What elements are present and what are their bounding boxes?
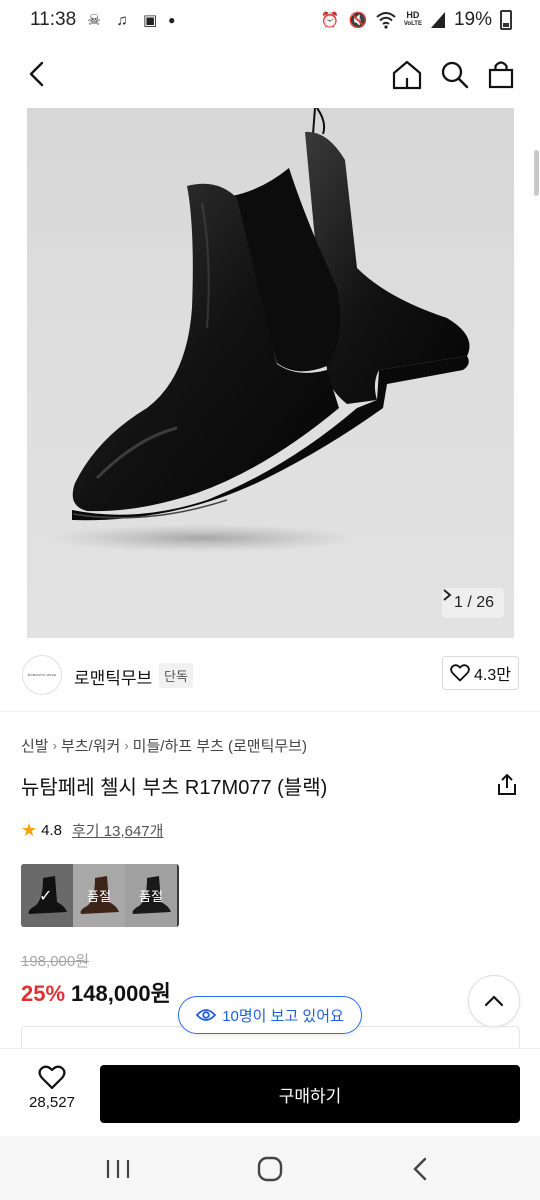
rating: ★ 4.8 후기 13,647개 — [21, 820, 163, 841]
breadcrumb-item[interactable]: 미들/하프 부츠 (로맨틱무브) — [133, 735, 307, 756]
breadcrumb: 신발 › 부츠/워커 › 미들/하프 부츠 (로맨틱무브) — [21, 735, 307, 756]
status-bar: 11:38 ☠ ♫ ▣ ● ⏰ 🔇 HD VoLTE 19% — [0, 0, 540, 40]
color-option[interactable]: 품절 — [125, 864, 177, 927]
battery-percent: 19% — [453, 9, 492, 30]
viewers-text: 10명이 보고 있어요 — [222, 1007, 344, 1025]
volte-label: VoLTE — [403, 21, 422, 27]
app-bar — [0, 44, 540, 106]
eye-icon — [196, 1009, 217, 1021]
pager-text: 1 / 26 — [453, 594, 494, 611]
sold-out-label: 품절 — [87, 889, 111, 904]
search-icon[interactable] — [438, 58, 470, 90]
alarm-icon: ⏰ — [320, 12, 340, 29]
product-image[interactable]: 1 / 26 — [27, 108, 514, 638]
sold-out-label: 품절 — [139, 889, 163, 904]
chevron-right-icon: › — [52, 738, 57, 753]
brand-row: ROMANTIC MOVE 로맨틱무브 단독 4.3만 — [0, 638, 540, 712]
chevron-right-icon: › — [124, 738, 129, 753]
review-count-link[interactable]: 후기 13,647개 — [72, 820, 163, 841]
wifi-icon — [376, 12, 396, 29]
mute-icon: 🔇 — [348, 12, 368, 29]
hd-voice-badge: HD VoLTE — [404, 11, 422, 29]
brand-logo-text: ROMANTIC MOVE — [27, 673, 57, 677]
discount-rate: 25% — [21, 981, 66, 1006]
color-option[interactable]: 품절 — [73, 864, 125, 927]
back-nav-icon[interactable] — [408, 1156, 434, 1182]
viewers-badge: 10명이 보고 있어요 — [178, 996, 362, 1034]
status-time: 11:38 — [30, 9, 77, 30]
notification-skull-icon: ☠ — [87, 12, 101, 29]
product-title: 뉴탐페레 첼시 부츠 R17M077 (블랙) — [21, 777, 328, 799]
brand-logo[interactable]: ROMANTIC MOVE — [22, 655, 62, 695]
exclusive-badge: 단독 — [159, 663, 193, 688]
wishlist-count: 28,527 — [29, 1094, 75, 1111]
home-nav-icon[interactable] — [256, 1155, 284, 1183]
shopping-bag-icon[interactable] — [485, 58, 517, 90]
system-nav-bar — [0, 1136, 540, 1200]
rating-score: 4.8 — [41, 822, 62, 839]
share-icon[interactable] — [494, 772, 520, 798]
webtoon-icon: ▣ — [143, 12, 158, 29]
color-option[interactable]: ✓ — [21, 864, 73, 927]
color-options: ✓ 품절 품절 — [21, 864, 179, 927]
battery-icon — [500, 10, 512, 30]
boot-illustration — [47, 108, 470, 552]
chevron-up-icon — [484, 995, 504, 1007]
heart-icon — [450, 664, 470, 682]
status-left: 11:38 ☠ ♫ ▣ ● — [30, 9, 175, 31]
checkmark-icon: ✓ — [39, 888, 53, 905]
wishlist-button[interactable]: 28,527 — [20, 1065, 84, 1111]
signal-icon — [430, 12, 445, 28]
brand-name[interactable]: 로맨틱무브 — [74, 664, 152, 689]
more-notifications-icon: ● — [168, 13, 176, 27]
chevron-right-icon — [443, 589, 452, 601]
back-icon[interactable] — [22, 58, 54, 90]
price-row: 25% 148,000원 — [21, 976, 171, 1008]
scrollbar[interactable] — [534, 150, 539, 196]
sale-price: 148,000원 — [71, 981, 171, 1006]
original-price: 198,000원 — [21, 953, 90, 970]
status-right: ⏰ 🔇 HD VoLTE 19% — [320, 9, 512, 31]
breadcrumb-item[interactable]: 신발 — [21, 735, 49, 756]
buy-button[interactable]: 구매하기 — [100, 1065, 520, 1123]
hd-label: HD — [406, 10, 420, 20]
scroll-top-button[interactable] — [468, 975, 520, 1027]
recent-apps-icon[interactable] — [104, 1158, 132, 1180]
brand-like-button[interactable]: 4.3만 — [442, 656, 519, 690]
purchase-bar: 28,527 구매하기 — [0, 1048, 540, 1136]
gallery-pager[interactable]: 1 / 26 — [441, 588, 504, 618]
breadcrumb-item[interactable]: 부츠/워커 — [61, 735, 120, 756]
music-icon: ♫ — [116, 11, 128, 29]
brand-like-count: 4.3만 — [474, 667, 511, 684]
heart-icon — [38, 1065, 66, 1090]
home-icon[interactable] — [390, 58, 424, 92]
star-icon: ★ — [21, 820, 38, 840]
